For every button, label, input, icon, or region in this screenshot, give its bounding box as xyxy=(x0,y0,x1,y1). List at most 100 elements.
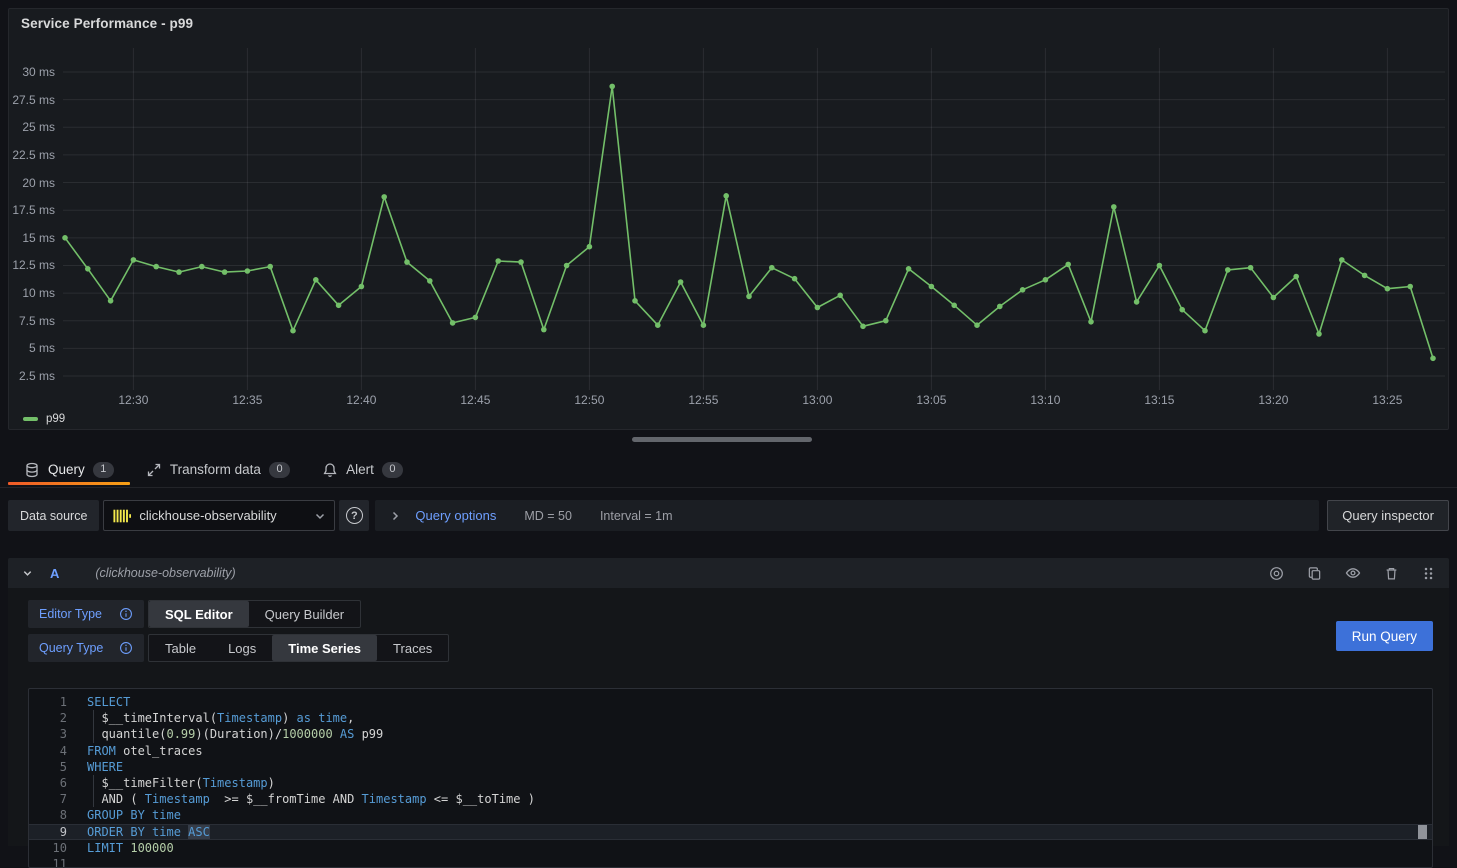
transform-icon xyxy=(146,462,162,478)
query-type-label: Query Type xyxy=(39,641,103,655)
code-line-4: 4FROM otel_traces xyxy=(29,743,1432,759)
tab-alert[interactable]: Alert 0 xyxy=(306,452,419,487)
query-type-time-series[interactable]: Time Series xyxy=(272,635,377,661)
timeseries-panel: Service Performance - p99 30 ms 27.5 ms 25… xyxy=(8,8,1449,430)
indent-guide xyxy=(93,775,94,791)
y-tick-label: 2.5 ms xyxy=(9,369,55,383)
query-row-actions xyxy=(1269,565,1435,581)
y-tick-label: 10 ms xyxy=(9,286,55,300)
query-options-link[interactable]: Query options xyxy=(415,508,496,523)
tab-transform-data[interactable]: Transform data 0 xyxy=(130,452,306,487)
timeseries-plot[interactable] xyxy=(61,46,1449,398)
data-source-value: clickhouse-observability xyxy=(139,508,314,523)
code-line-1: 1SELECT xyxy=(29,694,1432,710)
query-options-bar: Query options MD = 50 Interval = 1m xyxy=(375,500,1319,531)
x-tick-label: 12:45 xyxy=(453,393,497,407)
clickhouse-logo-icon xyxy=(113,507,131,525)
data-source-label: Data source xyxy=(8,500,99,531)
code-line-3: 3 quantile(0.99)(Duration)/1000000 AS p9… xyxy=(29,726,1432,742)
eye-icon[interactable] xyxy=(1345,565,1361,581)
indent-guide xyxy=(93,726,94,742)
line-number: 3 xyxy=(29,726,67,742)
line-number: 7 xyxy=(29,791,67,807)
code-line-10: 10LIMIT 100000 xyxy=(29,840,1432,856)
tab-badge: 1 xyxy=(93,462,114,478)
code-line-8: 8GROUP BY time xyxy=(29,807,1432,823)
y-tick-label: 22.5 ms xyxy=(9,148,55,162)
query-row-header[interactable]: A (clickhouse-observability) xyxy=(8,558,1449,588)
query-type-radio-group: Table Logs Time Series Traces xyxy=(148,634,449,662)
y-tick-label: 7.5 ms xyxy=(9,314,55,328)
x-tick-label: 13:15 xyxy=(1137,393,1181,407)
code-line-2: 2 $__timeInterval(Timestamp) as time, xyxy=(29,710,1432,726)
tab-label: Query xyxy=(48,462,85,477)
x-tick-label: 13:25 xyxy=(1365,393,1409,407)
editor-type-sql-editor[interactable]: SQL Editor xyxy=(149,601,249,627)
y-tick-label: 17.5 ms xyxy=(9,203,55,217)
y-tick-label: 20 ms xyxy=(9,176,55,190)
x-tick-label: 13:10 xyxy=(1023,393,1067,407)
editor-type-label-chip: Editor Type xyxy=(28,600,144,628)
y-tick-label: 27.5 ms xyxy=(9,93,55,107)
indent-guide xyxy=(93,791,94,807)
question-circle-icon: ? xyxy=(346,507,363,524)
line-number: 11 xyxy=(29,856,67,868)
sql-code-editor[interactable]: 1SELECT2 $__timeInterval(Timestamp) as t… xyxy=(28,688,1433,868)
legend-item-p99[interactable]: p99 xyxy=(23,411,65,427)
query-type-label-chip: Query Type xyxy=(28,634,144,662)
y-tick-label: 30 ms xyxy=(9,65,55,79)
interval-value: Interval = 1m xyxy=(600,509,673,523)
trash-icon[interactable] xyxy=(1384,566,1399,581)
line-number: 2 xyxy=(29,710,67,726)
drag-handle-icon[interactable] xyxy=(1422,566,1435,581)
x-tick-label: 12:35 xyxy=(225,393,269,407)
editor-type-query-builder[interactable]: Query Builder xyxy=(249,601,360,627)
y-tick-label: 15 ms xyxy=(9,231,55,245)
legend-label: p99 xyxy=(46,413,65,425)
info-icon[interactable] xyxy=(119,607,133,621)
y-tick-label: 5 ms xyxy=(9,341,55,355)
query-type-traces[interactable]: Traces xyxy=(377,635,448,661)
record-icon[interactable] xyxy=(1269,566,1284,581)
query-inspector-button[interactable]: Query inspector xyxy=(1327,500,1449,531)
x-tick-label: 12:40 xyxy=(339,393,383,407)
panel-title: Service Performance - p99 xyxy=(21,16,193,31)
query-row-a: A (clickhouse-observability) xyxy=(8,558,1449,846)
run-query-button[interactable]: Run Query xyxy=(1336,621,1433,651)
query-type-table[interactable]: Table xyxy=(149,635,212,661)
database-icon xyxy=(24,462,40,478)
tab-label: Transform data xyxy=(170,462,261,477)
x-tick-label: 12:30 xyxy=(111,393,155,407)
max-data-points-value: MD = 50 xyxy=(524,509,572,523)
line-number: 9 xyxy=(29,824,67,840)
chevron-right-icon[interactable] xyxy=(389,510,401,522)
query-inspector-label: Query inspector xyxy=(1342,508,1434,523)
line-number: 6 xyxy=(29,775,67,791)
info-icon[interactable] xyxy=(119,641,133,655)
query-datasource-note: (clickhouse-observability) xyxy=(95,566,235,580)
collapse-chevron-icon[interactable] xyxy=(22,568,33,579)
query-type-logs[interactable]: Logs xyxy=(212,635,272,661)
query-ref-id[interactable]: A xyxy=(50,566,59,581)
x-tick-label: 13:20 xyxy=(1251,393,1295,407)
datasource-toolbar: Data source clickhouse-observability ? Q… xyxy=(8,500,1449,531)
y-tick-label: 12.5 ms xyxy=(9,258,55,272)
tab-query[interactable]: Query 1 xyxy=(8,452,130,487)
bell-icon xyxy=(322,462,338,478)
tab-badge: 0 xyxy=(269,462,290,478)
code-line-11: 11 xyxy=(29,856,1432,868)
code-line-6: 6 $__timeFilter(Timestamp) xyxy=(29,775,1432,791)
tab-badge: 0 xyxy=(382,462,403,478)
line-number: 8 xyxy=(29,807,67,823)
code-line-7: 7 AND ( Timestamp >= $__fromTime AND Tim… xyxy=(29,791,1432,807)
line-number: 1 xyxy=(29,694,67,710)
editor-cursor-marker xyxy=(1418,825,1427,839)
line-number: 4 xyxy=(29,743,67,759)
horizontal-scrollbar[interactable] xyxy=(632,437,812,442)
duplicate-icon[interactable] xyxy=(1307,566,1322,581)
indent-guide xyxy=(93,710,94,726)
data-source-picker[interactable]: clickhouse-observability xyxy=(103,500,335,531)
code-line-5: 5WHERE xyxy=(29,759,1432,775)
datasource-help-button[interactable]: ? xyxy=(339,500,369,531)
y-tick-label: 25 ms xyxy=(9,120,55,134)
